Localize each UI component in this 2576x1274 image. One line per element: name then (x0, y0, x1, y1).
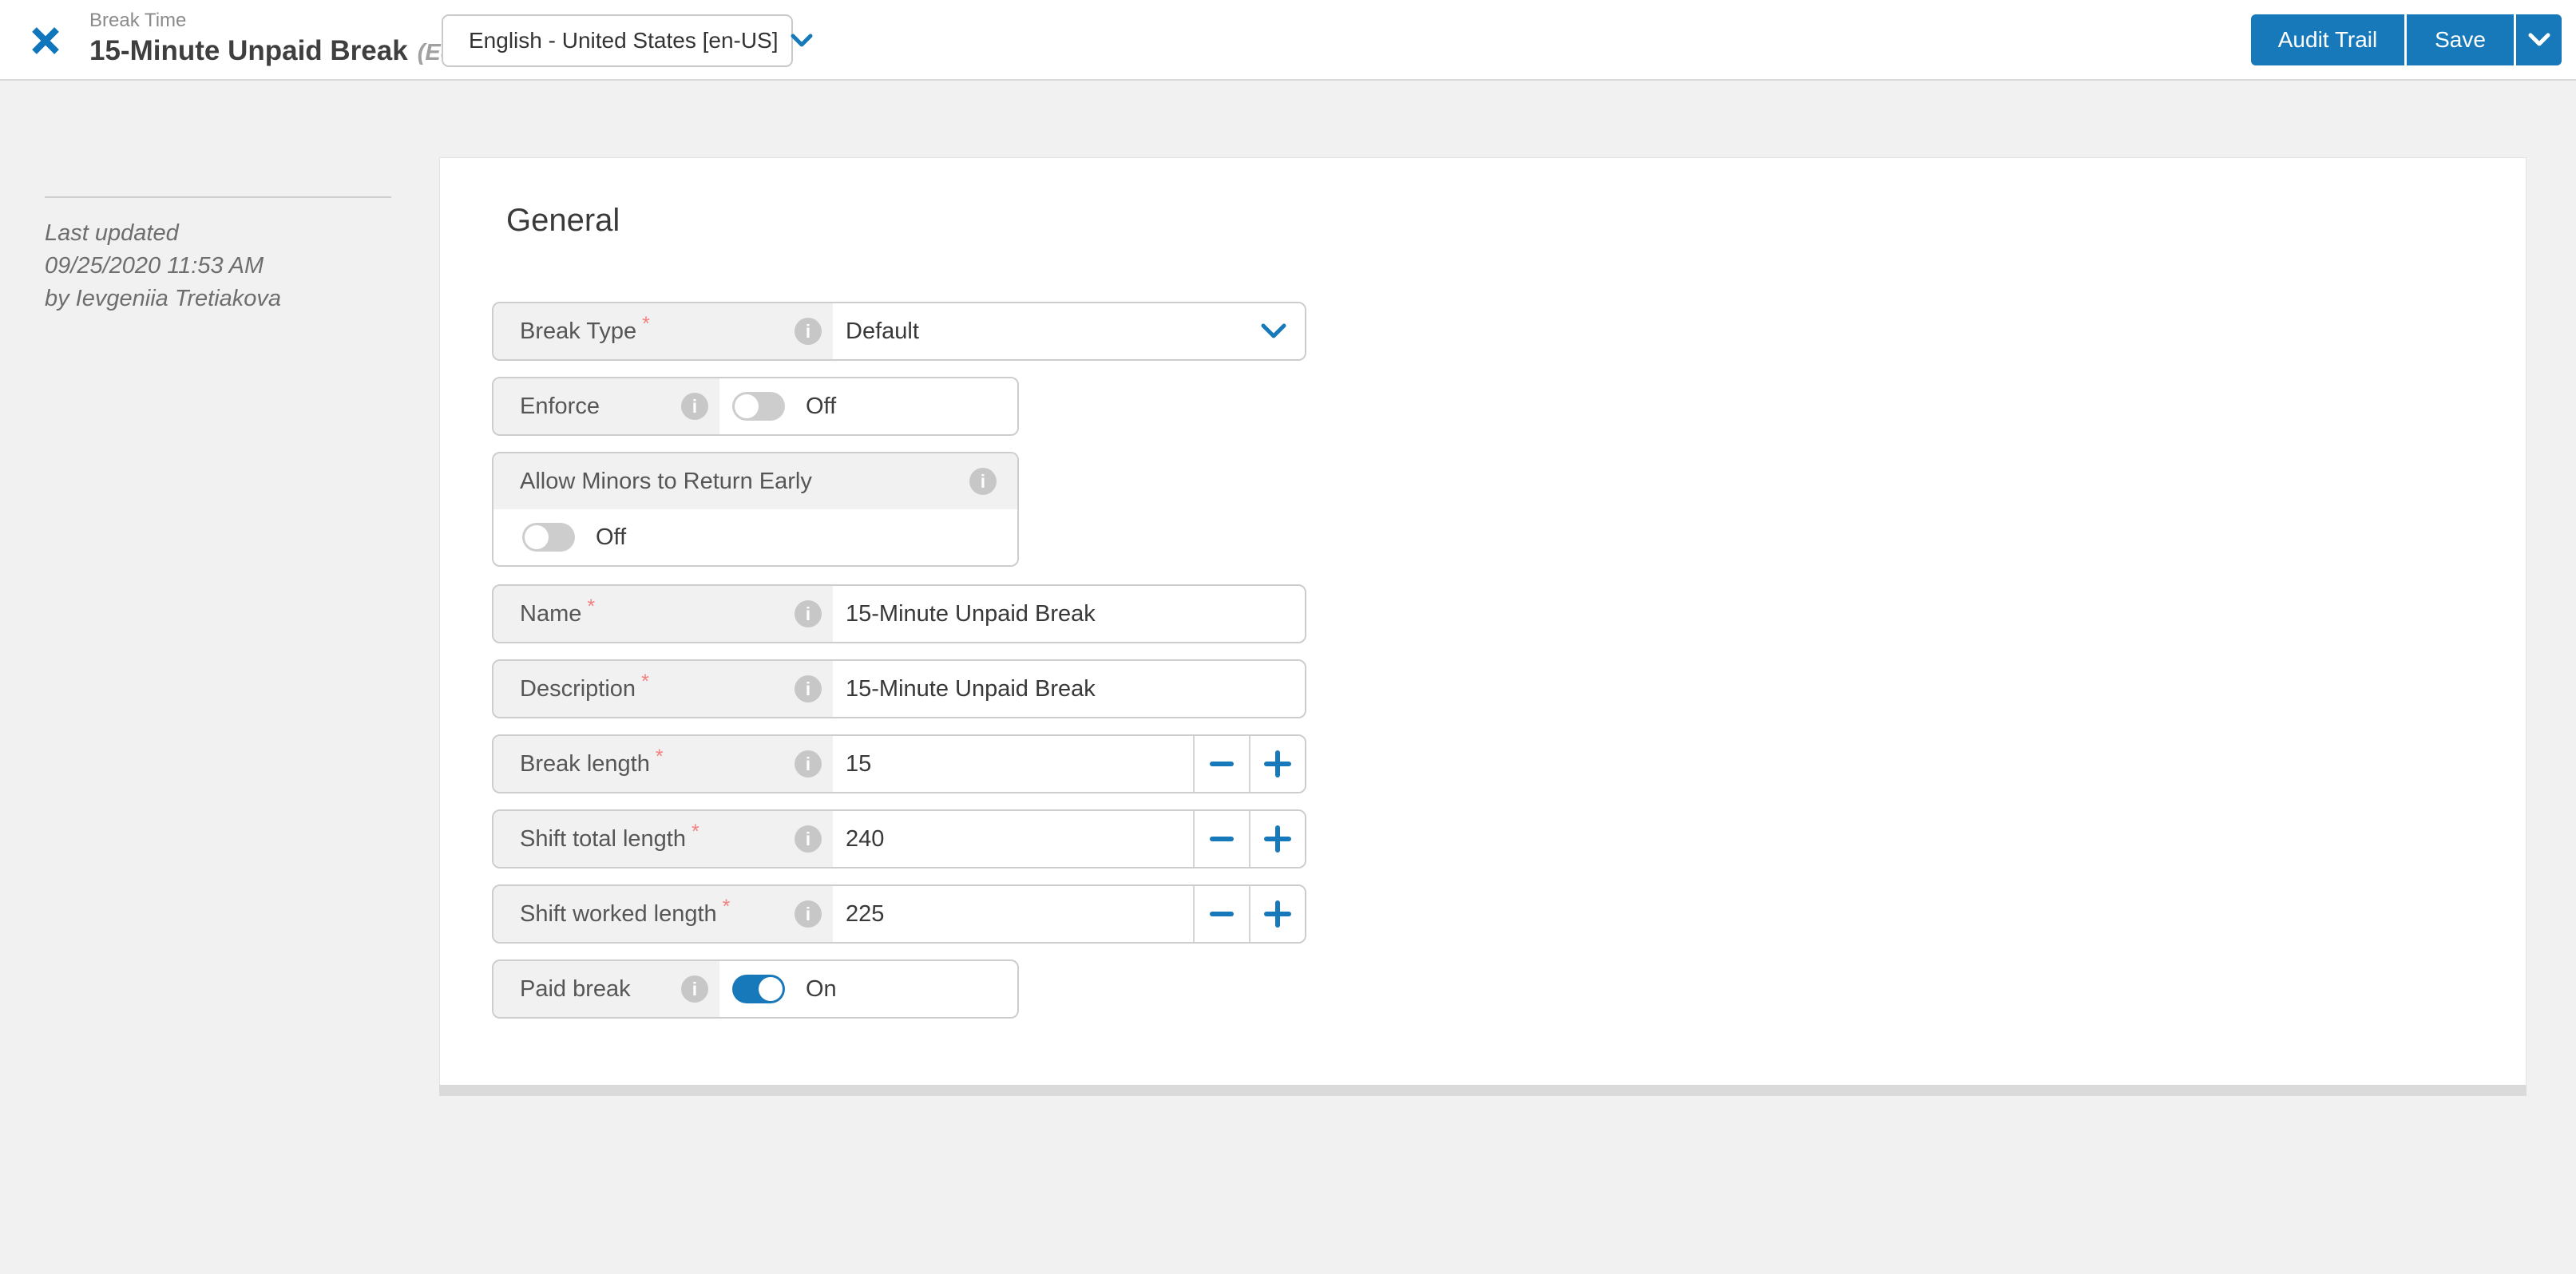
required-marker: * (642, 312, 650, 335)
required-marker: * (587, 595, 596, 618)
enforce-toggle[interactable] (732, 392, 785, 421)
plus-icon (1264, 900, 1291, 928)
allow-minors-toggle[interactable] (522, 523, 575, 552)
field-label-section: Break Type * i (493, 303, 833, 359)
plus-icon (1264, 750, 1291, 777)
shift-total-length-value: 240 (846, 825, 885, 852)
field-label: Name (520, 600, 582, 627)
last-updated-panel: Last updated 09/25/2020 11:53 AM by Ievg… (45, 196, 391, 315)
field-label: Shift total length (520, 825, 686, 852)
field-label-section: Description * i (493, 661, 833, 717)
toggle-knob (759, 977, 783, 1001)
minus-icon (1210, 762, 1234, 766)
field-label: Break Type (520, 318, 637, 344)
break-length-value: 15 (846, 750, 872, 777)
info-icon[interactable]: i (969, 468, 997, 495)
chevron-down-icon (791, 34, 813, 47)
close-button[interactable] (27, 22, 64, 59)
field-label: Break length (520, 750, 650, 777)
break-length-increment-button[interactable] (1249, 736, 1305, 792)
field-label: Enforce (520, 393, 600, 419)
field-row-shift-worked-length: Shift worked length * i 225 (492, 884, 1306, 944)
field-row-shift-total-length: Shift total length * i 240 (492, 809, 1306, 868)
field-label-section: Shift worked length * i (493, 886, 833, 942)
plus-icon (1264, 825, 1291, 853)
name-field-value: 15-Minute Unpaid Break (846, 600, 1096, 627)
field-row-break-length: Break length * i 15 (492, 734, 1306, 793)
field-label: Description (520, 675, 636, 702)
toggle-knob (735, 394, 759, 418)
shift-total-length-field[interactable]: 240 (833, 811, 1193, 867)
info-icon[interactable]: i (681, 393, 708, 420)
save-dropdown-button[interactable] (2516, 14, 2562, 65)
general-card: General Break Type * i Default Enforce i… (439, 157, 2526, 1085)
shift-worked-length-field[interactable]: 225 (833, 886, 1193, 942)
field-row-paid-break: Paid break i On (492, 959, 1019, 1019)
field-label-section: Shift total length * i (493, 811, 833, 867)
page-title: 15-Minute Unpaid Break (89, 35, 408, 66)
shift-worked-decrement-button[interactable] (1193, 886, 1249, 942)
last-updated-label: Last updated (45, 220, 179, 246)
description-field[interactable]: 15-Minute Unpaid Break (833, 661, 1305, 717)
chevron-down-icon (2528, 33, 2550, 46)
info-icon[interactable]: i (795, 825, 822, 853)
field-row-allow-minors: Allow Minors to Return Early i Off (492, 452, 1019, 567)
field-label-section: Name * i (493, 586, 833, 642)
description-field-value: 15-Minute Unpaid Break (846, 675, 1096, 702)
info-icon[interactable]: i (795, 675, 822, 702)
allow-minors-toggle-state: Off (596, 524, 627, 550)
paid-break-toggle-state: On (806, 975, 837, 1002)
info-icon[interactable]: i (795, 900, 822, 928)
field-label-section: Enforce i (493, 378, 719, 434)
break-length-decrement-button[interactable] (1193, 736, 1249, 792)
field-label: Shift worked length (520, 900, 717, 927)
name-field[interactable]: 15-Minute Unpaid Break (833, 586, 1305, 642)
enforce-toggle-state: Off (806, 393, 837, 419)
field-label-section: Break length * i (493, 736, 833, 792)
field-row-break-type: Break Type * i Default (492, 302, 1306, 361)
last-updated-timestamp: 09/25/2020 11:53 AM (45, 253, 264, 279)
language-selector[interactable]: A English - United States [en-US] (442, 14, 813, 67)
field-row-enforce: Enforce i Off (492, 377, 1019, 436)
paid-break-toggle[interactable] (732, 975, 785, 1003)
field-row-description: Description * i 15-Minute Unpaid Break (492, 659, 1306, 718)
minus-icon (1210, 912, 1234, 916)
required-marker: * (691, 820, 699, 843)
header-bar: Break Time 15-Minute Unpaid Break (Edite… (0, 0, 2576, 81)
shift-total-increment-button[interactable] (1249, 811, 1305, 867)
last-updated-author: by Ievgeniia Tretiakova (45, 286, 282, 311)
toggle-knob (525, 525, 549, 549)
save-button[interactable]: Save (2407, 14, 2514, 65)
close-icon (32, 27, 59, 54)
section-title: General (506, 203, 620, 238)
required-marker: * (655, 745, 664, 768)
info-icon[interactable]: i (795, 750, 822, 777)
field-row-name: Name * i 15-Minute Unpaid Break (492, 584, 1306, 643)
shift-total-decrement-button[interactable] (1193, 811, 1249, 867)
field-label: Allow Minors to Return Early (520, 468, 812, 494)
minus-icon (1210, 837, 1234, 841)
required-marker: * (722, 895, 731, 918)
audit-trail-button[interactable]: Audit Trail (2251, 14, 2404, 65)
header-actions: Audit Trail Save (2251, 14, 2562, 65)
field-label-section: Allow Minors to Return Early i (493, 453, 1017, 509)
info-icon[interactable]: i (681, 975, 708, 1003)
shift-worked-length-value: 225 (846, 900, 885, 927)
info-icon[interactable]: i (795, 318, 822, 345)
break-length-field[interactable]: 15 (833, 736, 1193, 792)
shift-worked-increment-button[interactable] (1249, 886, 1305, 942)
required-marker: * (641, 670, 649, 693)
field-label-section: Paid break i (493, 961, 719, 1017)
chevron-down-icon (1261, 323, 1286, 338)
info-icon[interactable]: i (795, 600, 822, 627)
break-type-value: Default (846, 318, 919, 344)
language-selector-value: English - United States [en-US] (469, 28, 779, 53)
break-type-select[interactable]: Default (833, 303, 1305, 359)
field-label: Paid break (520, 975, 631, 1002)
